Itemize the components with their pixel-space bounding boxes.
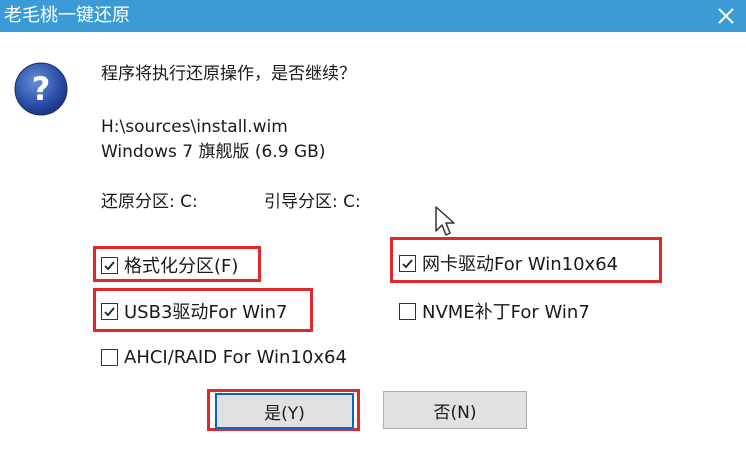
edition-text: Windows 7 旗舰版 (6.9 GB) [101,142,326,162]
file-path-text: H:\sources\install.wim [101,117,288,137]
title-bar: 老毛桃一键还原 [0,0,746,32]
ahci-raid-checkbox[interactable] [101,349,118,366]
ahci-raid-label: AHCI/RAID For Win10x64 [124,347,347,368]
check-icon [104,306,115,316]
format-partition-label: 格式化分区(F) [124,256,239,277]
nvme-patch-option[interactable]: NVME补丁For Win7 [399,298,590,324]
format-partition-checkbox[interactable] [101,256,118,274]
window-title: 老毛桃一键还原 [4,5,130,26]
yes-button[interactable]: 是(Y) [215,393,354,429]
check-icon [104,260,115,270]
check-icon [402,258,413,268]
nic-driver-checkbox[interactable] [399,254,416,272]
question-icon: ? [13,61,69,117]
nic-driver-option[interactable]: 网卡驱动For Win10x64 [399,250,618,276]
mouse-cursor-icon [435,206,455,236]
prompt-text: 程序将执行还原操作，是否继续？ [101,64,356,84]
nvme-patch-label: NVME补丁For Win7 [422,302,590,323]
close-icon [718,8,734,24]
usb3-driver-option[interactable]: USB3驱动For Win7 [101,298,288,324]
no-button[interactable]: 否(N) [383,391,527,429]
ahci-raid-option[interactable]: AHCI/RAID For Win10x64 [101,347,347,368]
usb3-driver-checkbox[interactable] [101,302,118,320]
boot-partition-text: 引导分区: C: [264,192,361,212]
svg-text:?: ? [32,70,51,108]
nic-driver-label: 网卡驱动For Win10x64 [422,254,619,275]
usb3-driver-label: USB3驱动For Win7 [124,302,288,323]
restore-partition-text: 还原分区: C: [101,192,198,212]
format-partition-option[interactable]: 格式化分区(F) [101,252,238,278]
close-button[interactable] [706,0,746,32]
nvme-patch-checkbox[interactable] [399,302,416,320]
